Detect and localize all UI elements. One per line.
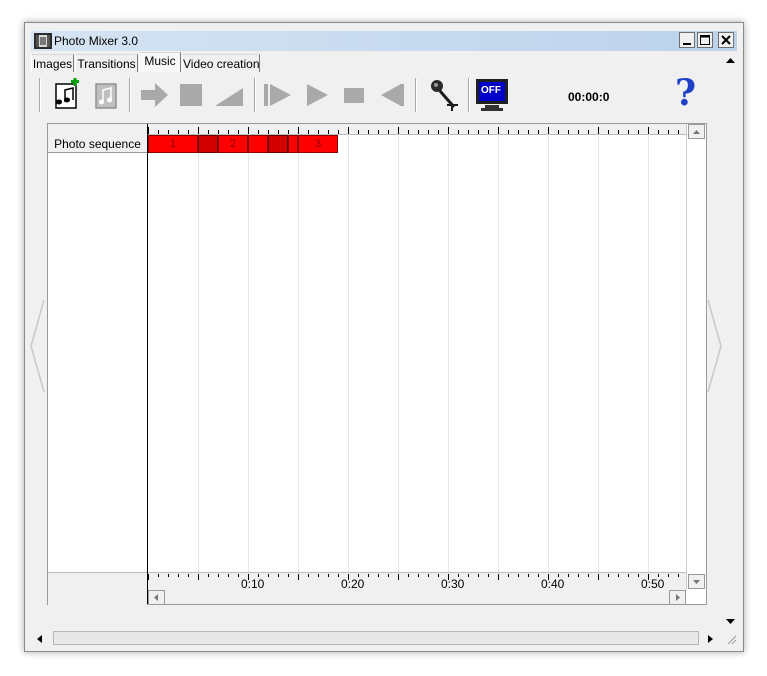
photo-block[interactable]: 3 bbox=[298, 135, 338, 153]
tab-music[interactable]: Music bbox=[139, 52, 181, 72]
previous-page-arrow-icon[interactable] bbox=[28, 298, 46, 394]
time-label: 0:40 bbox=[541, 577, 565, 591]
window-title: Photo Mixer 3.0 bbox=[54, 34, 139, 48]
skip-start-icon[interactable] bbox=[261, 78, 295, 112]
grid-line bbox=[298, 134, 299, 572]
scroll-thumb[interactable] bbox=[53, 631, 699, 645]
toolbar: OFF 00:00:0 ? bbox=[31, 72, 721, 118]
chevron-up-icon bbox=[693, 130, 700, 134]
title-bar[interactable]: Photo Mixer 3.0 bbox=[31, 31, 737, 51]
play-icon[interactable] bbox=[303, 78, 331, 112]
ruler-ticks-bottom bbox=[148, 574, 679, 580]
toolbar-separator bbox=[415, 78, 417, 112]
scroll-up-button[interactable] bbox=[688, 124, 705, 139]
grid-line bbox=[448, 134, 449, 572]
help-button[interactable]: ? bbox=[673, 72, 699, 114]
toolbar-separator bbox=[39, 78, 41, 112]
maximize-button[interactable] bbox=[697, 32, 713, 48]
time-label: 0:30 bbox=[441, 577, 465, 591]
track-vertical-scrollbar[interactable] bbox=[686, 124, 706, 590]
add-music-icon[interactable] bbox=[53, 78, 83, 112]
rewind-icon[interactable] bbox=[377, 78, 407, 112]
grid-line bbox=[498, 134, 499, 572]
microphone-icon[interactable] bbox=[427, 78, 461, 112]
photo-sequence-label: Photo sequence bbox=[48, 134, 147, 153]
close-icon bbox=[721, 35, 731, 45]
scroll-right-button[interactable] bbox=[669, 590, 686, 604]
window-vertical-scrollbar[interactable] bbox=[722, 52, 739, 630]
photo-block[interactable]: 2 bbox=[218, 135, 248, 153]
window-horizontal-scrollbar[interactable] bbox=[31, 630, 739, 647]
transition-block[interactable] bbox=[268, 135, 288, 153]
grid-line bbox=[548, 134, 549, 572]
chevron-right-icon[interactable] bbox=[707, 634, 715, 644]
grid-line bbox=[648, 134, 649, 572]
grid-line bbox=[398, 134, 399, 572]
app-window: Photo Mixer 3.0 Images Transitions Music… bbox=[24, 22, 744, 652]
time-label: 0:10 bbox=[241, 577, 265, 591]
scroll-down-button[interactable] bbox=[688, 574, 705, 589]
chevron-down-icon[interactable] bbox=[725, 618, 736, 626]
remove-music-icon[interactable] bbox=[91, 78, 121, 112]
toolbar-separator bbox=[468, 78, 470, 112]
grid-line bbox=[598, 134, 599, 572]
chevron-up-icon[interactable] bbox=[725, 56, 736, 64]
track-horizontal-scrollbar[interactable] bbox=[148, 590, 686, 604]
grid-line bbox=[348, 134, 349, 572]
time-label: 0:20 bbox=[341, 577, 365, 591]
tab-transitions[interactable]: Transitions bbox=[75, 54, 138, 72]
tab-images[interactable]: Images bbox=[31, 54, 74, 72]
photo-sequence-track[interactable]: 1 2 3 bbox=[148, 134, 686, 572]
minimize-icon bbox=[683, 43, 691, 45]
forward-arrow-icon[interactable] bbox=[139, 78, 171, 112]
timeline-panel: Photo sequence 1 2 3 0:10 0:20 0:30 0:40 0… bbox=[47, 123, 707, 605]
minimize-button[interactable] bbox=[679, 32, 695, 48]
chevron-down-icon bbox=[693, 580, 700, 584]
chevron-left-icon[interactable] bbox=[35, 634, 43, 644]
close-button[interactable] bbox=[718, 32, 734, 48]
photo-block[interactable] bbox=[288, 135, 298, 153]
time-readout: 00:00:0 bbox=[568, 90, 610, 104]
film-strip-icon bbox=[34, 33, 52, 49]
resize-grip-icon[interactable] bbox=[725, 633, 737, 645]
tab-bar: Images Transitions Music Video creation bbox=[31, 52, 711, 72]
time-label: 0:50 bbox=[641, 577, 665, 591]
photo-block[interactable] bbox=[248, 135, 268, 153]
chevron-right-icon bbox=[676, 594, 680, 601]
track-area-container: 1 2 3 0:10 0:20 0:30 0:40 0:50 bbox=[148, 124, 686, 604]
grid-line bbox=[198, 134, 199, 572]
time-ruler-bottom: 0:10 0:20 0:30 0:40 0:50 bbox=[148, 572, 686, 591]
tab-video-creation[interactable]: Video creation bbox=[182, 54, 260, 72]
toolbar-separator bbox=[254, 78, 256, 112]
stop-icon[interactable] bbox=[341, 78, 367, 112]
label-footer bbox=[48, 572, 147, 605]
photo-block[interactable]: 1 bbox=[148, 135, 198, 153]
transition-block[interactable] bbox=[198, 135, 218, 153]
chevron-left-icon bbox=[154, 594, 158, 601]
toolbar-separator bbox=[129, 78, 131, 112]
volume-ramp-icon[interactable] bbox=[211, 78, 247, 112]
monitor-off-icon[interactable]: OFF bbox=[475, 78, 509, 112]
help-icon: ? bbox=[675, 72, 697, 114]
stop-square-icon[interactable] bbox=[177, 78, 205, 112]
grid-line bbox=[248, 134, 249, 572]
track-label-column: Photo sequence bbox=[48, 124, 148, 605]
next-page-arrow-icon[interactable] bbox=[706, 298, 724, 394]
monitor-off-label: OFF bbox=[481, 85, 501, 96]
maximize-icon bbox=[700, 35, 710, 45]
scroll-left-button[interactable] bbox=[148, 590, 165, 604]
